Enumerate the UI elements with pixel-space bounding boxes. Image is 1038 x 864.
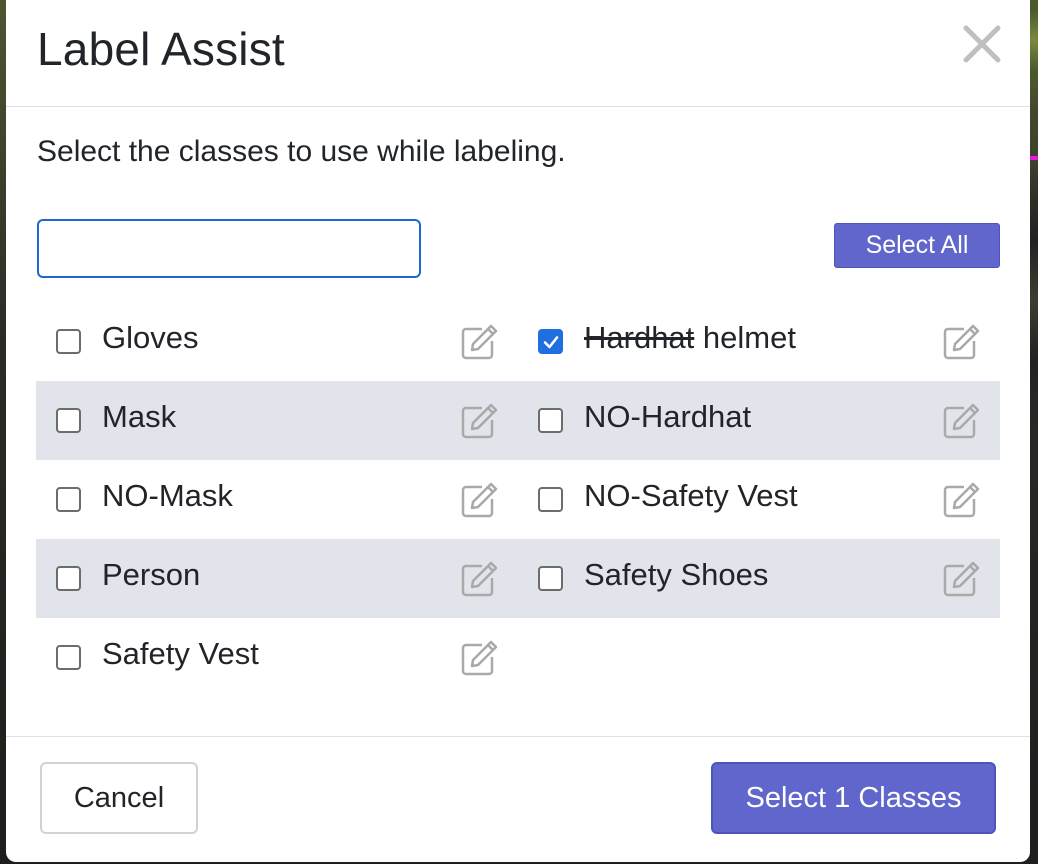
modal-title: Label Assist xyxy=(37,23,285,75)
edit-icon[interactable] xyxy=(460,481,498,519)
class-label: Safety Shoes xyxy=(584,557,769,592)
class-item-hardhat-helmet[interactable]: Hardhat helmet xyxy=(518,302,1000,381)
class-label: NO-Mask xyxy=(102,478,233,513)
class-label: Mask xyxy=(102,399,177,434)
class-item-no-hardhat[interactable]: NO-Hardhat xyxy=(518,381,1000,460)
class-item-no-safety-vest[interactable]: NO-Safety Vest xyxy=(518,460,1000,539)
class-item-safety-vest[interactable]: Safety Vest xyxy=(36,618,518,697)
class-item-mask[interactable]: Mask xyxy=(36,381,518,460)
class-row: NO-Mask NO-Safety Vest xyxy=(36,460,1000,539)
class-row: Safety Vest xyxy=(36,618,1000,697)
class-checkbox[interactable] xyxy=(56,566,81,591)
edit-icon[interactable] xyxy=(460,323,498,361)
class-label-old-name: Hardhat xyxy=(584,320,695,355)
class-search-input[interactable] xyxy=(37,219,421,278)
label-assist-modal: Label Assist Select the classes to use w… xyxy=(6,0,1030,862)
edit-icon[interactable] xyxy=(942,323,980,361)
class-label: NO-Safety Vest xyxy=(584,478,798,513)
class-checkbox[interactable] xyxy=(56,645,81,670)
annotation-mark xyxy=(1030,156,1038,160)
class-row: Mask NO-Hardhat xyxy=(36,381,1000,460)
edit-icon[interactable] xyxy=(942,560,980,598)
class-checkbox[interactable] xyxy=(538,408,563,433)
class-label: NO-Hardhat xyxy=(584,399,752,434)
modal-description: Select the classes to use while labeling… xyxy=(37,135,566,168)
edit-icon[interactable] xyxy=(942,402,980,440)
class-checkbox[interactable] xyxy=(538,566,563,591)
close-icon[interactable] xyxy=(958,20,1006,68)
class-item-safety-shoes[interactable]: Safety Shoes xyxy=(518,539,1000,618)
class-item-gloves[interactable]: Gloves xyxy=(36,302,518,381)
cancel-button[interactable]: Cancel xyxy=(40,762,198,834)
class-label: Safety Vest xyxy=(102,636,259,671)
modal-header: Label Assist xyxy=(6,0,1030,107)
select-all-button[interactable]: Select All xyxy=(834,223,1000,268)
class-row: Gloves Hardhat helmet xyxy=(36,302,1000,381)
class-item-no-mask[interactable]: NO-Mask xyxy=(36,460,518,539)
class-checkbox-checked[interactable] xyxy=(538,329,563,354)
class-checkbox[interactable] xyxy=(56,329,81,354)
class-checkbox[interactable] xyxy=(56,408,81,433)
modal-footer: Cancel Select 1 Classes xyxy=(6,736,1030,862)
class-label-new-name: helmet xyxy=(694,320,796,355)
class-checkbox[interactable] xyxy=(56,487,81,512)
class-item-person[interactable]: Person xyxy=(36,539,518,618)
edit-icon[interactable] xyxy=(942,481,980,519)
edit-icon[interactable] xyxy=(460,402,498,440)
class-checkbox[interactable] xyxy=(538,487,563,512)
class-label: Hardhat helmet xyxy=(584,320,796,356)
checkmark-icon xyxy=(543,336,559,349)
select-classes-button[interactable]: Select 1 Classes xyxy=(711,762,996,834)
class-label: Person xyxy=(102,557,201,592)
class-row: Person Safety Shoes xyxy=(36,539,1000,618)
edit-icon[interactable] xyxy=(460,560,498,598)
class-label: Gloves xyxy=(102,320,199,355)
edit-icon[interactable] xyxy=(460,639,498,677)
